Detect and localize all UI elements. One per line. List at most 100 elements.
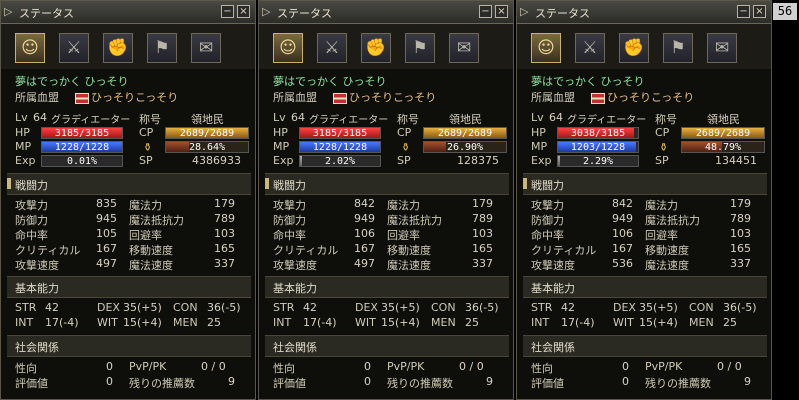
- stat-value-mdef: 789: [730, 212, 751, 225]
- stat-value-crit: 167: [354, 242, 375, 255]
- minimize-button[interactable]: −: [737, 5, 750, 18]
- stat-label-atkspd: 攻撃速度: [273, 259, 317, 272]
- stat-label-evasion: 回避率: [645, 229, 678, 242]
- exp-bar-text: 2.29%: [582, 156, 614, 167]
- status-content: 夢はでっかく ひっそり 所属血盟 ひっそりこっそり Lv 64 グラディエーター 称号 領地民…: [259, 69, 513, 399]
- charge-bar-text: 26.90%: [446, 142, 484, 153]
- clan-crest-icon: [333, 93, 347, 104]
- pvp-value: 0 / 0: [459, 360, 484, 373]
- section-social: 社会関係: [523, 335, 767, 357]
- tab-sword[interactable]: ⚔: [317, 33, 347, 63]
- stat-label-atkspd: 攻撃速度: [15, 259, 59, 272]
- attr-value-con: 36(-5): [465, 301, 499, 314]
- stat-value-mdef: 789: [472, 212, 493, 225]
- title-value: 領地民: [191, 113, 224, 126]
- tab-scroll[interactable]: ✉: [191, 33, 221, 63]
- level-label: Lv: [531, 111, 544, 124]
- soulshot-icon: ⚱: [401, 141, 411, 154]
- tab-portrait[interactable]: ☺: [15, 33, 45, 63]
- attr-value-str: 42: [45, 301, 59, 314]
- window-title: ステータス: [19, 7, 74, 20]
- stat-label-matk: 魔法力: [129, 199, 162, 212]
- tab-fist[interactable]: ✊: [103, 33, 133, 63]
- karma-label: 性向: [273, 362, 295, 375]
- mp-bar-text: 1203/1228: [570, 142, 626, 153]
- tab-flag[interactable]: ⚑: [147, 33, 177, 63]
- section-title: 社会関係: [531, 341, 575, 354]
- stat-label-patk: 攻撃力: [273, 199, 306, 212]
- stat-value-acc: 106: [354, 227, 375, 240]
- recommend-value: 9: [228, 375, 235, 388]
- sp-label: SP: [655, 154, 669, 167]
- title-bar[interactable]: ▷ ステータス − ×: [259, 1, 513, 24]
- attr-label-int: INT: [273, 316, 292, 329]
- stat-label-mdef: 魔法抵抗力: [645, 214, 700, 227]
- title-bar[interactable]: ▷ ステータス − ×: [1, 1, 255, 24]
- stat-value-pdef: 945: [96, 212, 117, 225]
- hp-bar-text: 3038/3185: [570, 128, 626, 139]
- sword-icon: ⚔: [324, 38, 340, 58]
- minimize-button[interactable]: −: [479, 5, 492, 18]
- close-button[interactable]: ×: [237, 5, 250, 18]
- exp-bar-text: 0.01%: [66, 156, 98, 167]
- sp-value: 128375: [457, 154, 499, 167]
- attr-value-dex: 35(+5): [381, 301, 420, 314]
- stat-label-castspd: 魔法速度: [387, 259, 431, 272]
- clan-name: ひっそりこっそり: [91, 91, 179, 104]
- tab-sword[interactable]: ⚔: [575, 33, 605, 63]
- cp-bar: 2689/2689: [165, 127, 249, 139]
- stat-label-pdef: 防御力: [531, 214, 564, 227]
- section-social: 社会関係: [7, 335, 251, 357]
- stat-label-crit: クリティカル: [531, 244, 597, 257]
- scroll-icon: ✉: [198, 38, 214, 58]
- stat-label-evasion: 回避率: [387, 229, 420, 242]
- close-button[interactable]: ×: [495, 5, 508, 18]
- hp-label: HP: [531, 126, 546, 139]
- section-marker-icon: [7, 178, 11, 189]
- section-title: 社会関係: [273, 341, 317, 354]
- exp-label: Exp: [15, 154, 36, 167]
- stat-value-speed: 165: [472, 242, 493, 255]
- tab-portrait[interactable]: ☺: [273, 33, 303, 63]
- charge-bar-fill: [424, 142, 447, 152]
- tab-flag[interactable]: ⚑: [405, 33, 435, 63]
- title-bar[interactable]: ▷ ステータス − ×: [517, 1, 771, 24]
- status-content: 夢はでっかく ひっそり 所属血盟 ひっそりこっそり Lv 64 グラディエーター 称号 領地民…: [517, 69, 771, 399]
- attr-value-int: 17(-4): [303, 316, 337, 329]
- tab-sword[interactable]: ⚔: [59, 33, 89, 63]
- exp-bar-text: 2.02%: [324, 156, 356, 167]
- tab-fist[interactable]: ✊: [619, 33, 649, 63]
- stat-value-castspd: 337: [214, 257, 235, 270]
- tab-portrait[interactable]: ☺: [531, 33, 561, 63]
- tab-scroll[interactable]: ✉: [707, 33, 737, 63]
- mp-bar-text: 1228/1228: [54, 142, 110, 153]
- stat-value-evasion: 103: [730, 227, 751, 240]
- cp-bar-text: 2689/2689: [437, 128, 493, 139]
- stat-value-speed: 165: [214, 242, 235, 255]
- section-social: 社会関係: [265, 335, 509, 357]
- stat-value-castspd: 337: [472, 257, 493, 270]
- close-button[interactable]: ×: [753, 5, 766, 18]
- hp-bar: 3185/3185: [41, 127, 123, 139]
- level-label: Lv: [273, 111, 286, 124]
- title-header: 称号: [655, 113, 677, 126]
- stat-value-pdef: 949: [354, 212, 375, 225]
- minimize-button[interactable]: −: [221, 5, 234, 18]
- tab-fist[interactable]: ✊: [361, 33, 391, 63]
- stat-value-atkspd: 497: [354, 257, 375, 270]
- attr-value-dex: 35(+5): [123, 301, 162, 314]
- mp-label: MP: [15, 140, 32, 153]
- attr-value-wit: 15(+4): [639, 316, 678, 329]
- scroll-icon: ✉: [456, 38, 472, 58]
- karma-value: 0: [622, 360, 629, 373]
- stat-label-pdef: 防御力: [15, 214, 48, 227]
- flag-icon: ⚑: [154, 38, 170, 58]
- attr-label-wit: WIT: [97, 316, 118, 329]
- character-name: 夢はでっかく ひっそり: [531, 75, 645, 88]
- section-marker-icon: [265, 178, 269, 189]
- stat-value-crit: 167: [96, 242, 117, 255]
- mp-bar: 1203/1228: [557, 141, 639, 153]
- class-name: グラディエーター: [309, 115, 389, 126]
- tab-scroll[interactable]: ✉: [449, 33, 479, 63]
- tab-flag[interactable]: ⚑: [663, 33, 693, 63]
